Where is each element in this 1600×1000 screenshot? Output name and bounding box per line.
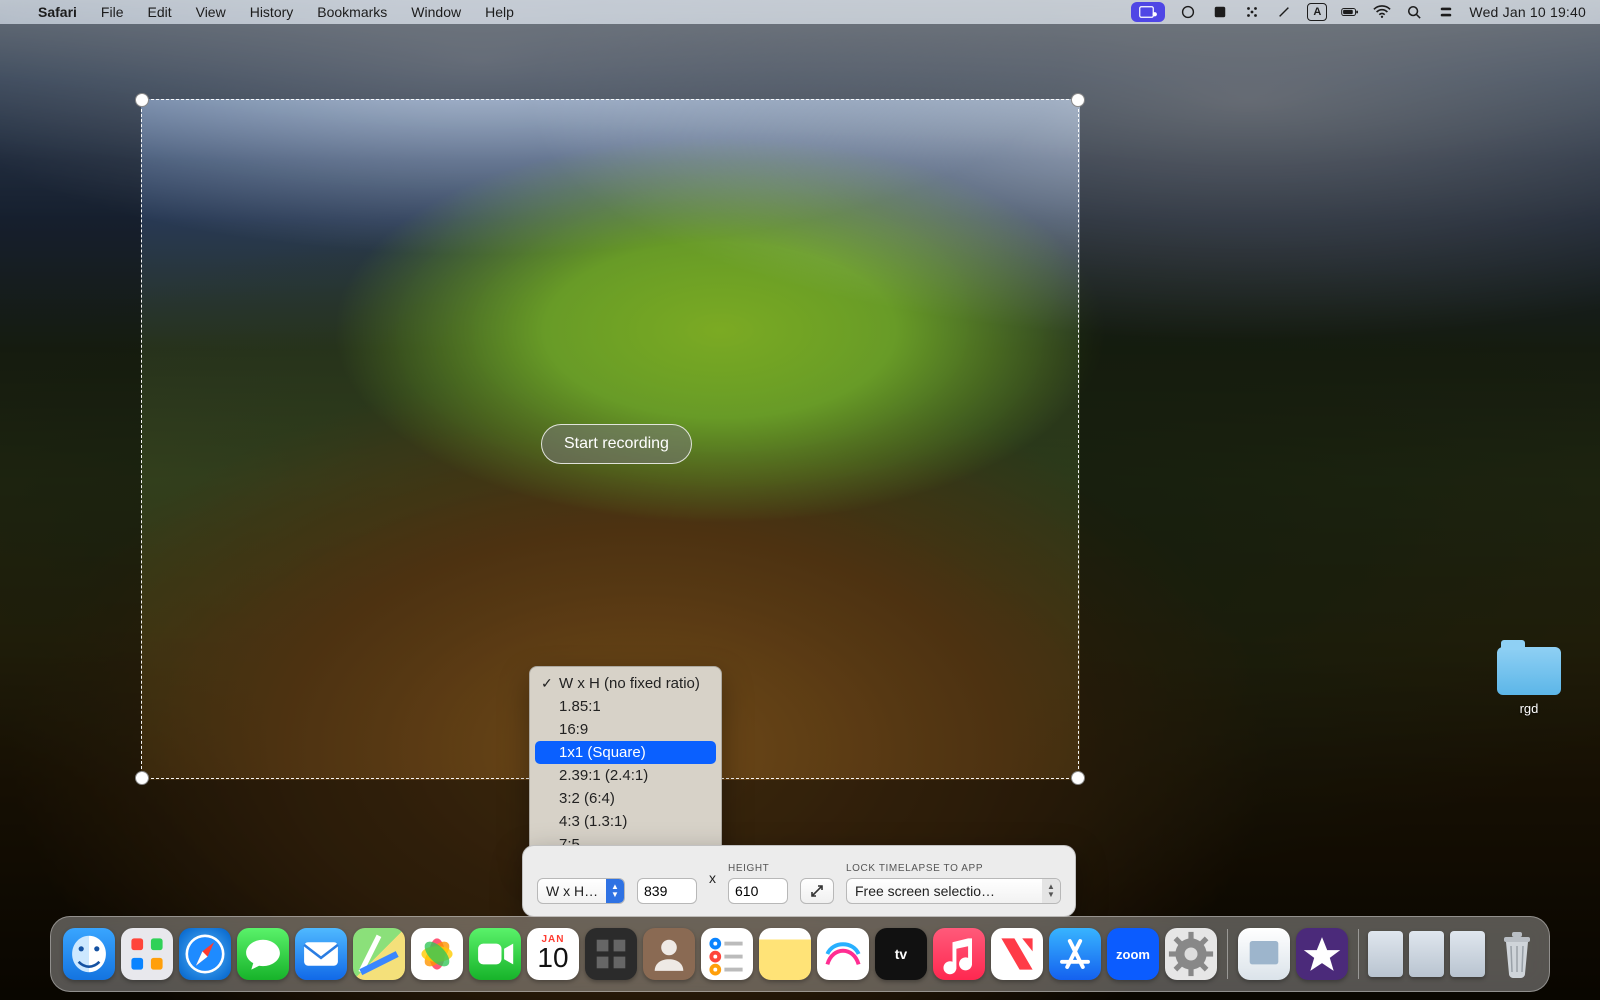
dock-minimized-window[interactable] [1409, 931, 1444, 977]
dock-messages-icon[interactable] [237, 928, 289, 980]
dock-separator [1227, 929, 1228, 979]
dock-recent-app-icon[interactable] [1238, 928, 1290, 980]
menu-bar-clock[interactable]: Wed Jan 10 19:40 [1469, 4, 1586, 20]
folder-label: rgd [1494, 701, 1564, 716]
dock-finder-icon[interactable] [63, 928, 115, 980]
screen-recording-indicator-icon[interactable] [1131, 2, 1165, 22]
dock-trash-icon[interactable] [1497, 928, 1537, 980]
dock-safari-icon[interactable] [179, 928, 231, 980]
aspect-ratio-value: W x H… [546, 883, 598, 899]
ratio-option[interactable]: ✓ W x H (no fixed ratio) [535, 672, 716, 695]
ratio-option[interactable]: 2.39:1 (2.4:1) [535, 764, 716, 787]
dim-overlay [0, 99, 141, 780]
ratio-option[interactable]: 16:9 [535, 718, 716, 741]
dock-news-icon[interactable] [991, 928, 1043, 980]
wifi-icon[interactable] [1373, 4, 1391, 20]
ratio-option[interactable]: 4:3 (1.3:1) [535, 810, 716, 833]
aspect-ratio-menu[interactable]: ✓ W x H (no fixed ratio) 1.85:1 16:9 1x1… [529, 666, 722, 862]
dock: JAN 10 tv zoom [50, 916, 1550, 992]
dock-separator [1358, 929, 1359, 979]
dock-notes-icon[interactable] [759, 928, 811, 980]
input-source-icon[interactable]: A [1307, 3, 1327, 21]
dock-minimized-window[interactable] [1368, 931, 1403, 977]
lock-app-select[interactable]: Free screen selectio… ▲▼ [846, 878, 1061, 904]
folder-icon [1497, 647, 1561, 695]
control-center-icon[interactable] [1437, 4, 1455, 20]
dock-minimized-window[interactable] [1450, 931, 1485, 977]
menu-history[interactable]: History [238, 4, 306, 20]
ratio-option-label: 2.39:1 (2.4:1) [559, 767, 648, 784]
chevron-up-down-icon: ▲▼ [1042, 879, 1060, 903]
dimension-separator: x [709, 870, 716, 888]
dock-calendar-icon[interactable]: JAN 10 [527, 928, 579, 980]
status-app-icon[interactable] [1211, 4, 1229, 20]
capture-toolbar: W x H… ▲▼ WIDTH x HEIGHT LOCK TIMELAPSE … [522, 845, 1076, 917]
dock-maps-icon[interactable] [353, 928, 405, 980]
dock-settings-icon[interactable] [1165, 928, 1217, 980]
status-tool-icon[interactable] [1275, 4, 1293, 20]
resize-handle-bottom-left[interactable] [135, 771, 149, 785]
resize-handle-top-right[interactable] [1071, 93, 1085, 107]
dock-facetime-icon[interactable] [469, 928, 521, 980]
dock-appstore-icon[interactable] [1049, 928, 1101, 980]
ratio-option[interactable]: 1.85:1 [535, 695, 716, 718]
ratio-option-label: 3:2 (6:4) [559, 790, 615, 807]
resize-handle-bottom-right[interactable] [1071, 771, 1085, 785]
dock-music-icon[interactable] [933, 928, 985, 980]
ratio-option[interactable]: 1x1 (Square) [535, 741, 716, 764]
zoom-label: zoom [1116, 947, 1150, 962]
dock-launchpad-icon[interactable] [121, 928, 173, 980]
menu-bar: Safari File Edit View History Bookmarks … [0, 0, 1600, 24]
dock-zoom-icon[interactable]: zoom [1107, 928, 1159, 980]
status-circle-icon[interactable] [1179, 4, 1197, 20]
height-label: HEIGHT [728, 863, 788, 874]
dim-overlay [0, 24, 1600, 99]
ratio-option-label: 1x1 (Square) [559, 744, 646, 761]
ratio-option-label: W x H (no fixed ratio) [559, 675, 700, 692]
lock-app-label: LOCK TIMELAPSE TO APP [846, 863, 1061, 874]
resize-handle-top-left[interactable] [135, 93, 149, 107]
dock-mail-icon[interactable] [295, 928, 347, 980]
menu-view[interactable]: View [184, 4, 238, 20]
lock-app-value: Free screen selectio… [855, 883, 995, 899]
desktop-folder[interactable]: rgd [1494, 647, 1564, 716]
expand-selection-button[interactable] [800, 878, 834, 904]
menu-help[interactable]: Help [473, 4, 526, 20]
start-recording-button[interactable]: Start recording [541, 424, 692, 464]
dock-freeform-icon[interactable] [817, 928, 869, 980]
dock-imovie-icon[interactable] [1296, 928, 1348, 980]
menu-bookmarks[interactable]: Bookmarks [305, 4, 399, 20]
ratio-option-label: 16:9 [559, 721, 588, 738]
menu-bar-status: A Wed Jan 10 19:40 [1131, 2, 1590, 22]
ratio-option-label: 4:3 (1.3:1) [559, 813, 627, 830]
menu-window[interactable]: Window [399, 4, 473, 20]
height-input[interactable] [728, 878, 788, 904]
dock-photos-icon[interactable] [411, 928, 463, 980]
ratio-option[interactable]: 3:2 (6:4) [535, 787, 716, 810]
aspect-ratio-select[interactable]: W x H… ▲▼ [537, 878, 625, 904]
spotlight-icon[interactable] [1405, 4, 1423, 20]
chevron-up-down-icon: ▲▼ [606, 879, 624, 903]
calendar-day: 10 [537, 945, 568, 971]
width-input[interactable] [637, 878, 697, 904]
ratio-option-label: 1.85:1 [559, 698, 601, 715]
dock-contacts-icon[interactable] [643, 928, 695, 980]
status-dots-icon[interactable] [1243, 4, 1261, 20]
active-app-name[interactable]: Safari [26, 4, 89, 20]
dock-app-icon[interactable] [585, 928, 637, 980]
battery-icon[interactable] [1341, 4, 1359, 20]
dock-reminders-icon[interactable] [701, 928, 753, 980]
menu-file[interactable]: File [89, 4, 136, 20]
check-icon: ✓ [541, 675, 553, 692]
menu-edit[interactable]: Edit [135, 4, 183, 20]
dock-tv-icon[interactable]: tv [875, 928, 927, 980]
